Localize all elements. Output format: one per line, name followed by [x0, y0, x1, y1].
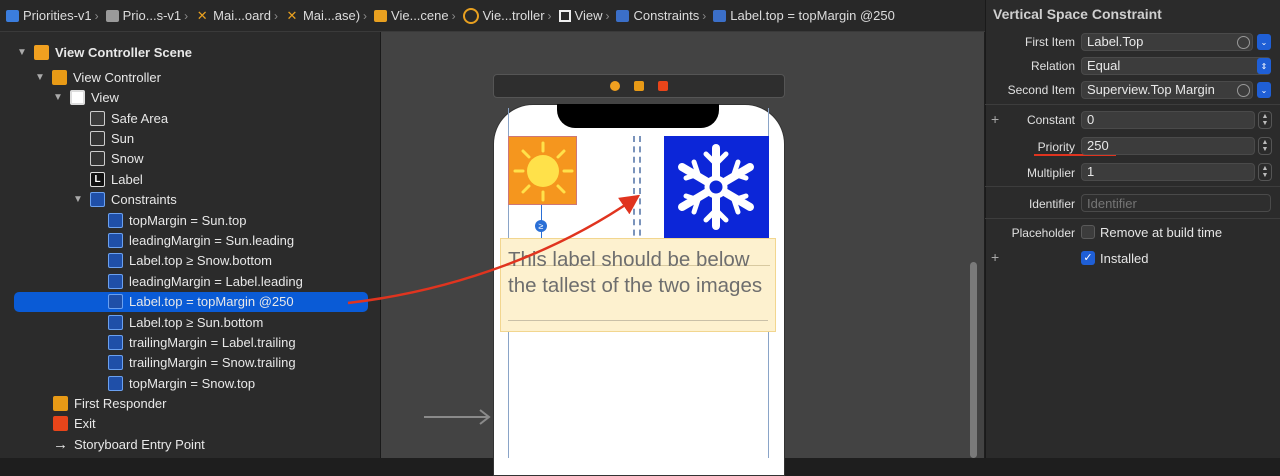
relation-label: Relation: [1030, 59, 1075, 73]
inspector-title: Vertical Space Constraint: [993, 6, 1162, 22]
priority-stepper[interactable]: ▲ ▼: [1258, 137, 1272, 155]
chevron-down-icon[interactable]: ⌄: [1257, 34, 1271, 50]
identifier-input[interactable]: [1081, 194, 1271, 212]
constant-label: Constant: [1026, 113, 1075, 127]
multiplier-label: Multiplier: [1026, 166, 1075, 180]
installed-label: Installed: [1100, 251, 1149, 266]
arrow-circle-icon[interactable]: [1237, 36, 1250, 49]
identifier-label: Identifier: [1028, 197, 1075, 211]
divider: [985, 218, 1280, 219]
placeholder-label: Placeholder: [1011, 226, 1075, 240]
chevron-down-icon[interactable]: ⌄: [1257, 82, 1271, 98]
relation-popup[interactable]: Equal: [1081, 57, 1271, 75]
first-item-popup[interactable]: Label.Top: [1081, 33, 1253, 51]
second-item-label: Second Item: [1007, 83, 1075, 97]
remove-at-build-checkbox[interactable]: [1081, 225, 1095, 239]
add-variation-icon[interactable]: +: [991, 249, 999, 265]
installed-checkbox[interactable]: ✓: [1081, 251, 1095, 265]
arrow-circle-icon[interactable]: [1237, 84, 1250, 97]
multiplier-field[interactable]: 1: [1081, 163, 1255, 181]
remove-at-build-label: Remove at build time: [1100, 225, 1223, 240]
priority-field[interactable]: 250: [1081, 137, 1255, 155]
multiplier-stepper[interactable]: ▲ ▼: [1258, 163, 1272, 181]
first-item-label: First Item: [1025, 35, 1075, 49]
divider: [985, 104, 1280, 105]
updown-chevron-icon[interactable]: ⇕: [1257, 58, 1271, 74]
priority-label: Priority: [1037, 140, 1075, 154]
constant-stepper[interactable]: ▲ ▼: [1258, 111, 1272, 129]
divider: [985, 186, 1280, 187]
constant-field[interactable]: 0: [1081, 111, 1255, 129]
second-item-popup[interactable]: Superview.Top Margin: [1081, 81, 1253, 99]
